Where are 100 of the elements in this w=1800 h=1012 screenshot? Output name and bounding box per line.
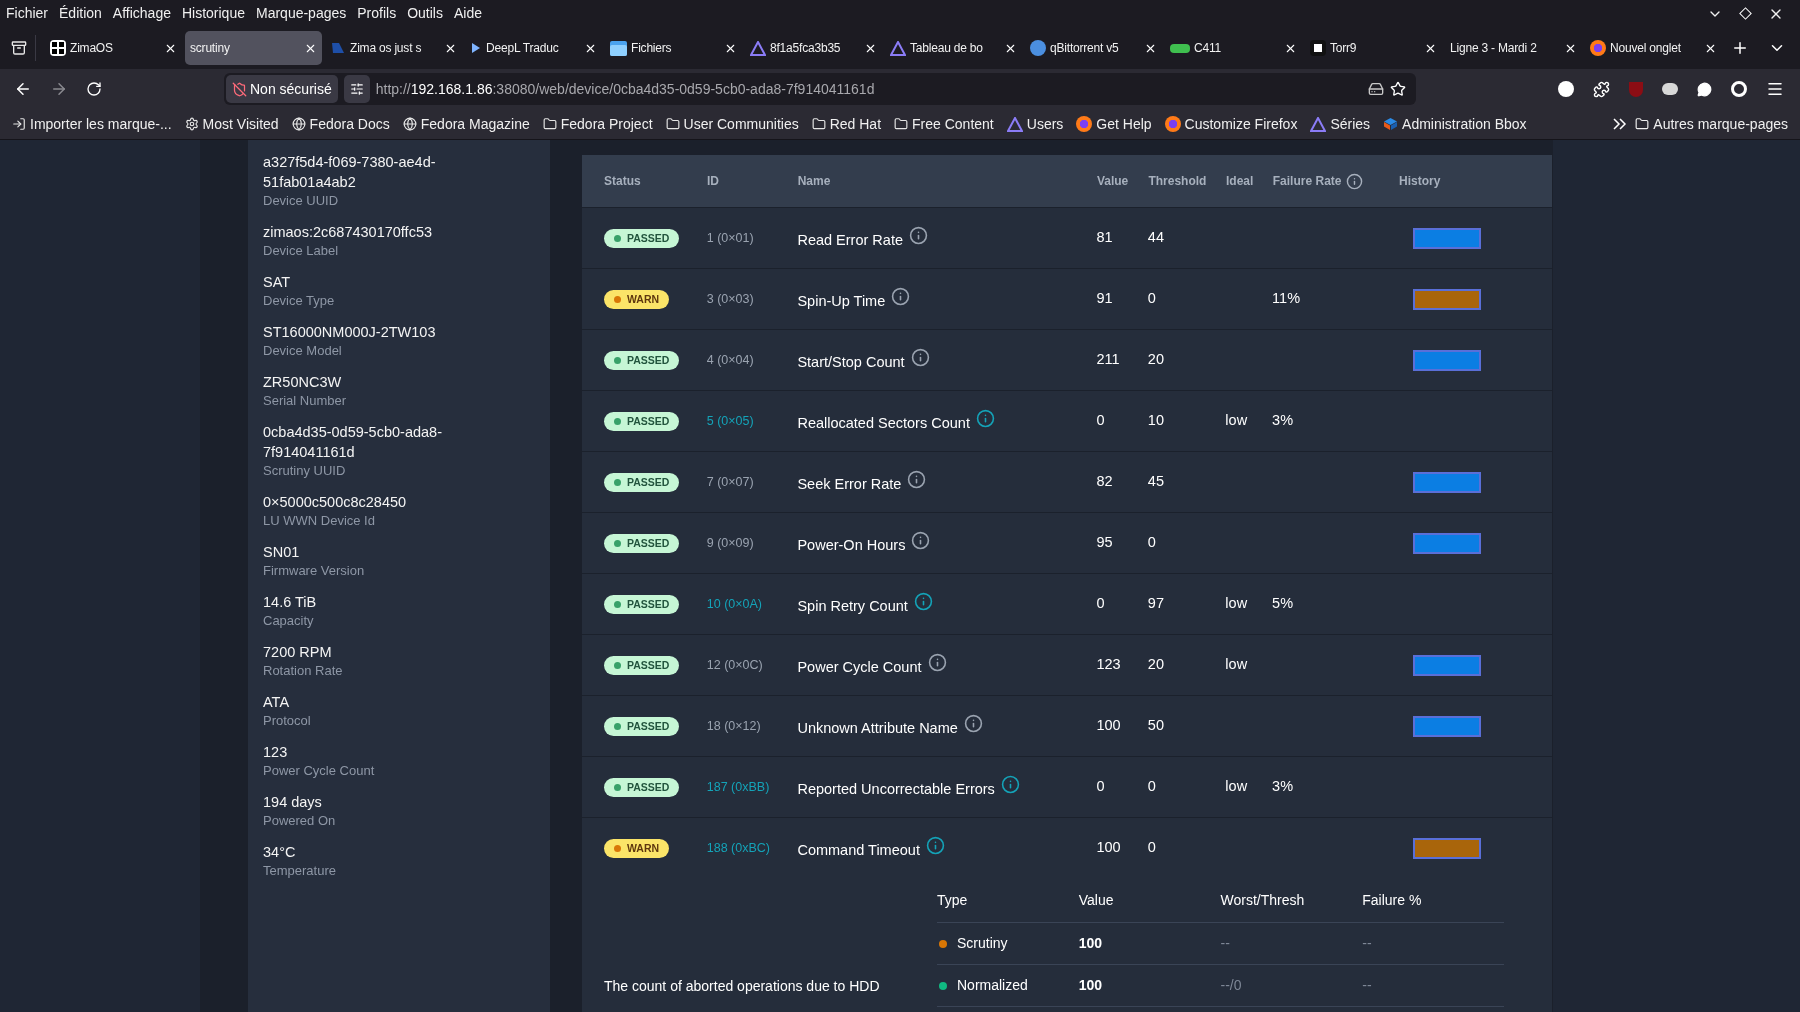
info-icon[interactable] bbox=[913, 591, 933, 611]
bookmark-star-icon[interactable] bbox=[1390, 81, 1406, 97]
attribute-row[interactable]: PASSED 10 (0×0A) Spin Retry Count 0 97 low 5% bbox=[582, 573, 1552, 634]
bookmark-item[interactable]: Administration Bbox bbox=[1383, 113, 1527, 135]
browser-tab[interactable]: Zima os just s bbox=[325, 31, 462, 65]
value-cell: 0 bbox=[1096, 412, 1105, 429]
info-icon[interactable] bbox=[909, 225, 928, 245]
attribute-row[interactable]: WARN 188 (0xBC) Command Timeout 100 0 bbox=[582, 817, 1552, 878]
bookmark-item[interactable]: Red Hat bbox=[811, 113, 882, 135]
info-icon[interactable] bbox=[891, 286, 911, 306]
info-icon[interactable] bbox=[925, 835, 945, 855]
menu-item[interactable]: Aide bbox=[453, 3, 482, 24]
bookmark-item[interactable]: Most Visited bbox=[184, 113, 279, 135]
reload-icon[interactable] bbox=[86, 81, 102, 97]
browser-tab[interactable]: Torr9 bbox=[1305, 31, 1442, 65]
attribute-row[interactable]: PASSED 18 (0×12) Unknown Attribute Name 100 50 bbox=[582, 695, 1552, 756]
info-icon[interactable] bbox=[907, 469, 927, 489]
threshold-cell: 20 bbox=[1147, 656, 1164, 673]
info-label: Serial Number bbox=[263, 392, 348, 410]
menu-item[interactable]: Outils bbox=[407, 3, 443, 24]
permissions-icon[interactable] bbox=[343, 75, 370, 103]
attribute-row[interactable]: PASSED 7 (0×07) Seek Error Rate 82 45 bbox=[582, 451, 1552, 512]
threshold-cell: 0 bbox=[1147, 778, 1156, 795]
attribute-row[interactable]: PASSED 5 (0×05) Reallocated Sectors Count 0 10 low 3% bbox=[582, 390, 1552, 451]
browser-tab[interactable]: scrutiny bbox=[185, 31, 322, 65]
bookmark-item[interactable]: Users bbox=[1006, 113, 1064, 135]
attribute-description: The count of aborted operations due to HDD bbox=[604, 977, 881, 996]
drive-icon[interactable] bbox=[1368, 81, 1384, 97]
browser-tab[interactable]: Nouvel onglet bbox=[1585, 31, 1722, 65]
browser-tab[interactable]: Ligne 3 - Mardi 2 bbox=[1445, 31, 1582, 65]
attribute-row[interactable]: WARN 3 (0×03) Spin-Up Time 91 0 11% bbox=[582, 268, 1552, 329]
address-bar[interactable]: Non sécurisé http://192.168.1.86:38080/web/device/0cba4d35-0d59-5cb0-ada8-7f914041161d bbox=[224, 73, 1416, 105]
status-badge: WARN bbox=[604, 839, 670, 859]
attribute-row[interactable]: PASSED 12 (0×0C) Power Cycle Count 123 20 low bbox=[582, 634, 1552, 695]
grid-logo-icon bbox=[50, 40, 66, 56]
attribute-row[interactable]: PASSED 4 (0×04) Start/Stop Count 211 20 bbox=[582, 329, 1552, 390]
browser-tab[interactable]: DeepL Traduc bbox=[465, 31, 602, 65]
bookmark-item[interactable]: Fedora Magazine bbox=[402, 113, 530, 135]
attribute-row[interactable]: PASSED 1 (0×01) Read Error Rate 81 44 bbox=[582, 207, 1552, 268]
bookmark-item[interactable]: Free Content bbox=[894, 113, 994, 135]
browser-tab[interactable]: qBittorrent v5 bbox=[1025, 31, 1162, 65]
menu-item[interactable]: Édition bbox=[59, 3, 102, 24]
info-icon[interactable] bbox=[963, 713, 983, 733]
value-cell: 211 bbox=[1096, 351, 1120, 368]
attribute-row[interactable]: PASSED 9 (0×09) Power-On Hours 95 0 bbox=[582, 512, 1552, 573]
menu-item[interactable]: Marque-pages bbox=[256, 3, 347, 24]
column-header: Threshold bbox=[1148, 173, 1207, 190]
info-icon[interactable] bbox=[910, 347, 930, 367]
menu-item[interactable]: Fichier bbox=[6, 3, 48, 24]
info-icon[interactable] bbox=[1000, 774, 1020, 794]
value-cell: 0 bbox=[1096, 778, 1105, 795]
status-badge: PASSED bbox=[604, 351, 680, 371]
value-cell: 100 bbox=[1078, 977, 1103, 993]
folder-icon bbox=[665, 117, 680, 131]
info-value: 194 days bbox=[263, 793, 323, 812]
value-cell: 82 bbox=[1096, 473, 1113, 490]
attribute-row[interactable]: PASSED 187 (0xBB) Reported Uncorrectable Errors 0 0 low 3% bbox=[582, 756, 1552, 817]
tab-list-icon[interactable] bbox=[11, 40, 27, 56]
value-cell: 100 bbox=[1078, 935, 1103, 951]
browser-tab[interactable]: Fichiers bbox=[605, 31, 742, 65]
circle-logo-icon bbox=[1030, 40, 1046, 56]
info-icon[interactable] bbox=[911, 530, 931, 550]
bookmark-item[interactable]: Get Help bbox=[1076, 113, 1152, 135]
browser-tab[interactable]: C411 bbox=[1165, 31, 1302, 65]
forward-icon[interactable] bbox=[50, 80, 68, 98]
security-indicator[interactable]: Non sécurisé bbox=[226, 75, 338, 103]
bookmark-item[interactable]: User Communities bbox=[665, 113, 799, 135]
extensions-icon[interactable] bbox=[1593, 80, 1610, 98]
url-host: 192.168.1.86 bbox=[410, 79, 493, 99]
info-value: ZR50NC3W bbox=[263, 373, 343, 392]
info-label: Device Label bbox=[263, 242, 340, 260]
info-icon[interactable] bbox=[975, 408, 995, 428]
menu-icon[interactable] bbox=[1766, 80, 1784, 98]
attribute-name: Power-On Hours bbox=[797, 536, 906, 556]
back-icon[interactable] bbox=[14, 80, 32, 98]
menu-item[interactable]: Profils bbox=[357, 3, 397, 24]
failure-cell: -- bbox=[1362, 935, 1372, 951]
other-bookmarks[interactable]: Autres marque-pages bbox=[1635, 113, 1788, 135]
more-bookmarks-icon[interactable] bbox=[1613, 118, 1628, 130]
menu-item[interactable]: Affichage bbox=[112, 3, 171, 24]
bookmark-item[interactable]: Customize Firefox bbox=[1164, 113, 1298, 135]
info-icon[interactable] bbox=[1346, 172, 1364, 190]
info-icon[interactable] bbox=[927, 652, 947, 672]
url-path: :38080/web/device/0cba4d35-0d59-5cb0-ada8-7f914041161d bbox=[492, 79, 875, 99]
browser-tab[interactable]: 8f1a5fca3b35 bbox=[745, 31, 882, 65]
worst-thresh-cell: -- bbox=[1220, 935, 1230, 951]
browser-tab[interactable]: ZimaOS bbox=[45, 31, 182, 65]
info-label: Rotation Rate bbox=[263, 662, 344, 680]
bookmark-item[interactable]: Fedora Docs bbox=[291, 113, 390, 135]
bookmark-item[interactable]: Fedora Project bbox=[542, 113, 653, 135]
new-tab-icon[interactable] bbox=[1731, 39, 1749, 57]
bookmark-item[interactable]: Séries bbox=[1310, 113, 1371, 135]
chat-icon[interactable] bbox=[1697, 81, 1712, 97]
ideal-cell: low bbox=[1225, 595, 1248, 612]
circle-extension-icon[interactable] bbox=[1731, 81, 1747, 97]
failure-rate-cell: 5% bbox=[1272, 595, 1294, 612]
menu-item[interactable]: Historique bbox=[181, 3, 245, 24]
account-icon[interactable] bbox=[1558, 81, 1574, 97]
browser-tab[interactable]: Tableau de bo bbox=[885, 31, 1022, 65]
bookmark-item[interactable]: Importer les marque-... bbox=[12, 113, 172, 135]
